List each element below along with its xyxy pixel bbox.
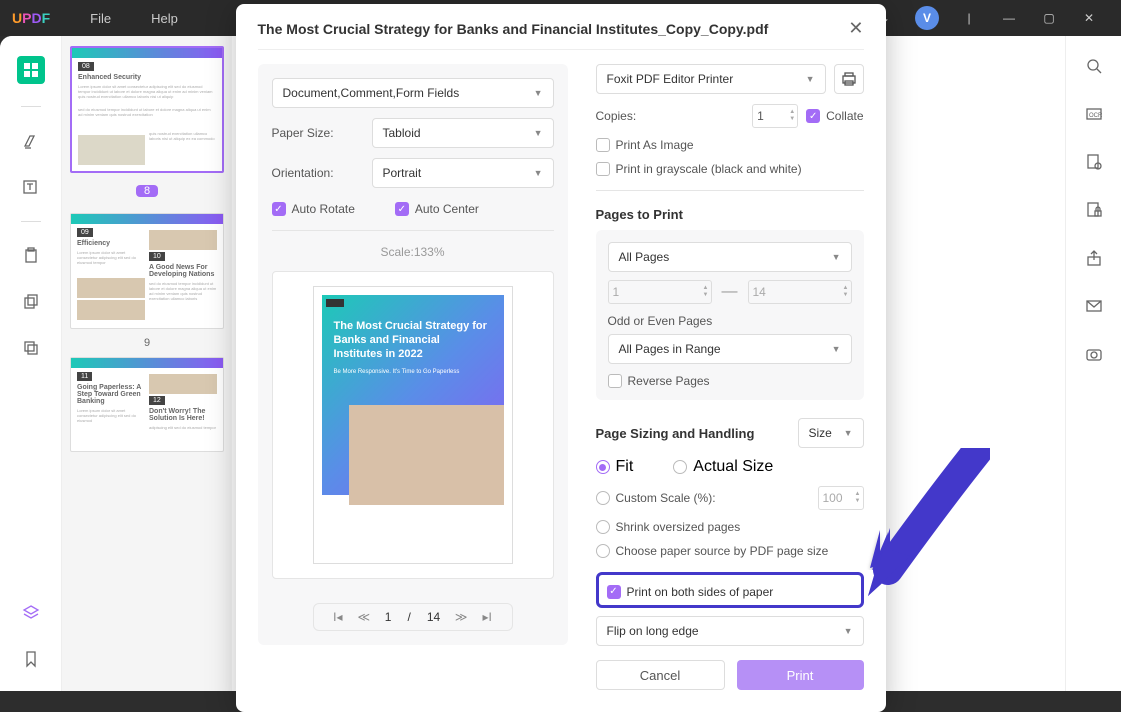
pager-first-icon[interactable]: I◂ — [327, 610, 349, 624]
print-button[interactable]: Print — [737, 660, 864, 690]
printer-dropdown[interactable]: Foxit PDF Editor Printer▼ — [596, 64, 826, 94]
choose-source-radio[interactable]: Choose paper source by PDF page size — [596, 544, 829, 558]
page-sizing-title: Page Sizing and Handling — [596, 426, 798, 441]
shrink-radio[interactable]: Shrink oversized pages — [596, 520, 741, 534]
scale-label: Scale:133% — [272, 245, 554, 259]
range-from-input[interactable]: 1▲▼ — [608, 280, 712, 304]
pager-next-icon[interactable]: ≫ — [450, 610, 472, 624]
cancel-button[interactable]: Cancel — [596, 660, 725, 690]
pager-prev-icon[interactable]: ≪ — [353, 610, 375, 624]
custom-scale-radio[interactable]: Custom Scale (%): — [596, 491, 716, 505]
print-as-image-checkbox[interactable]: Print As Image — [596, 138, 694, 152]
collate-checkbox[interactable]: Collate — [806, 109, 863, 123]
print-preview: The Most Crucial Strategy for Banks and … — [272, 271, 554, 579]
preview-pager: I◂ ≪ 1 / 14 ≫ ▸I — [313, 603, 513, 631]
print-content-dropdown[interactable]: Document,Comment,Form Fields▼ — [272, 78, 554, 108]
pager-total: 14 — [421, 610, 446, 624]
orientation-dropdown[interactable]: Portrait▼ — [372, 158, 554, 188]
size-dropdown[interactable]: Size▼ — [798, 418, 864, 448]
flip-dropdown[interactable]: Flip on long edge▼ — [596, 616, 864, 646]
grayscale-checkbox[interactable]: Print in grayscale (black and white) — [596, 162, 802, 176]
range-to-input[interactable]: 14▲▼ — [748, 280, 852, 304]
pages-to-print-title: Pages to Print — [596, 207, 864, 222]
paper-size-dropdown[interactable]: Tabloid▼ — [372, 118, 554, 148]
orientation-label: Orientation: — [272, 166, 372, 180]
reverse-pages-checkbox[interactable]: Reverse Pages — [608, 374, 710, 388]
custom-scale-input[interactable]: 100▲▼ — [818, 486, 864, 510]
dialog-title: The Most Crucial Strategy for Banks and … — [258, 21, 849, 37]
paper-size-label: Paper Size: — [272, 126, 372, 140]
page-range-dropdown[interactable]: All Pages▼ — [608, 242, 852, 272]
printer-properties-icon[interactable] — [834, 64, 864, 94]
copies-label: Copies: — [596, 109, 753, 123]
dialog-overlay: The Most Crucial Strategy for Banks and … — [0, 0, 1121, 691]
copies-input[interactable]: 1▲▼ — [752, 104, 798, 128]
actual-size-radio[interactable]: Actual Size — [673, 458, 773, 476]
both-sides-checkbox[interactable]: Print on both sides of paper — [607, 585, 774, 599]
auto-center-checkbox[interactable]: Auto Center — [395, 202, 479, 216]
auto-rotate-checkbox[interactable]: Auto Rotate — [272, 202, 355, 216]
print-options-panel: Document,Comment,Form Fields▼ Paper Size… — [258, 64, 568, 645]
print-dialog: The Most Crucial Strategy for Banks and … — [236, 4, 886, 712]
fit-radio[interactable]: Fit — [596, 458, 634, 476]
odd-even-label: Odd or Even Pages — [608, 314, 852, 328]
pager-last-icon[interactable]: ▸I — [476, 610, 498, 624]
close-dialog-button[interactable]: ✕ — [848, 18, 863, 39]
odd-even-dropdown[interactable]: All Pages in Range▼ — [608, 334, 852, 364]
pager-current: 1 — [379, 610, 398, 624]
both-sides-highlight: Print on both sides of paper — [596, 572, 864, 608]
